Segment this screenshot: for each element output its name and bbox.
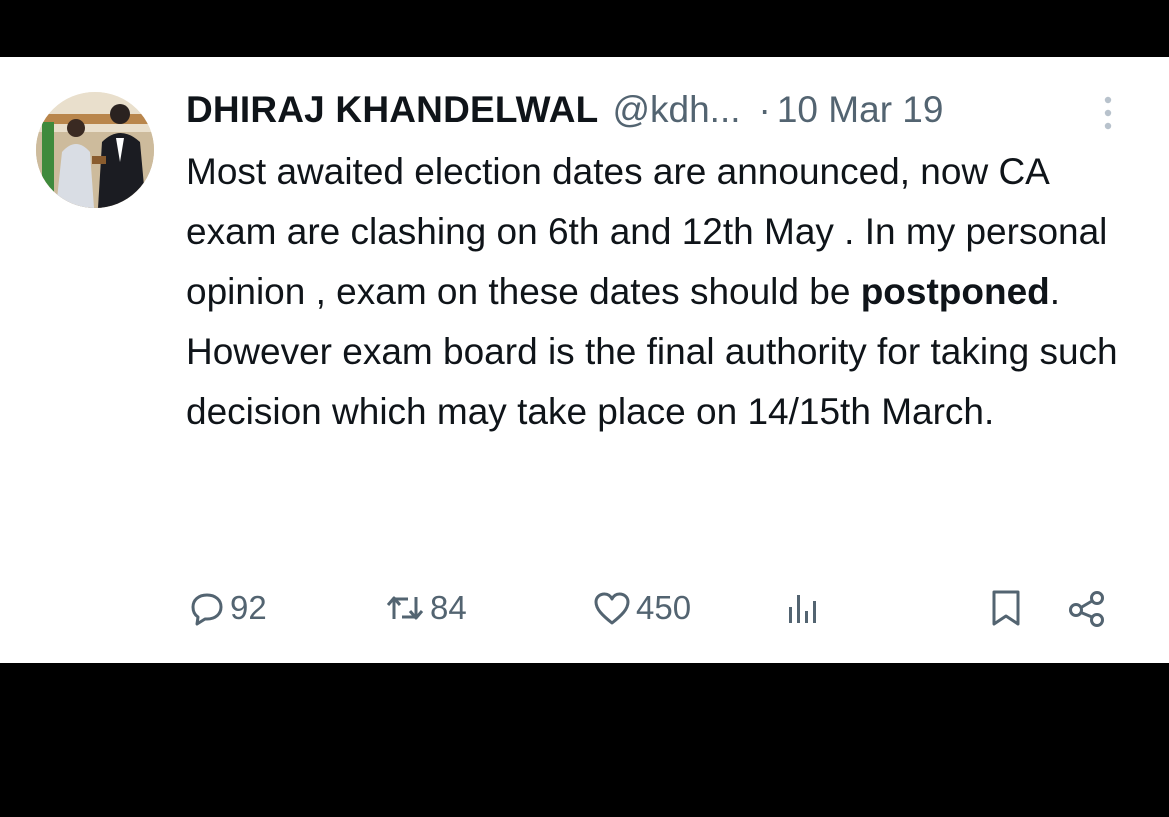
more-icon[interactable]: [1096, 92, 1120, 134]
views-icon: [784, 589, 824, 627]
bookmark-icon: [988, 588, 1024, 628]
reply-count: 92: [230, 589, 267, 626]
retweet-icon: [384, 589, 426, 627]
share-button[interactable]: [1066, 582, 1110, 634]
tweet-text-period: .: [1049, 271, 1061, 312]
reply-button[interactable]: 92: [188, 582, 267, 634]
tweet-paragraph-1: Most awaited election dates are announce…: [186, 142, 1146, 322]
heart-icon: [592, 589, 632, 627]
like-button[interactable]: 450: [592, 582, 691, 634]
bookmark-button[interactable]: [988, 582, 1024, 634]
author-name[interactable]: DHIRAJ KHANDELWAL: [186, 83, 598, 137]
separator-dot: ·: [758, 89, 771, 130]
tweet-text: Most awaited election dates are announce…: [186, 142, 1146, 442]
tweet-text-bold: postponed: [860, 271, 1050, 312]
tweet-date[interactable]: 10 Mar 19: [777, 83, 944, 137]
avatar[interactable]: [36, 92, 154, 208]
share-icon: [1066, 588, 1110, 628]
retweet-button[interactable]: 84: [384, 582, 467, 634]
like-count: 450: [636, 589, 692, 626]
reply-icon: [188, 589, 226, 627]
author-handle[interactable]: @kdh...: [612, 83, 740, 137]
views-button[interactable]: [784, 582, 824, 634]
tweet-paragraph-2: However exam board is the final authorit…: [186, 331, 1118, 432]
tweet-header: DHIRAJ KHANDELWAL @kdh... · 10 Mar 19: [186, 83, 943, 137]
tweet-actions: 92 84 450: [0, 582, 1169, 634]
retweet-count: 84: [430, 589, 467, 626]
